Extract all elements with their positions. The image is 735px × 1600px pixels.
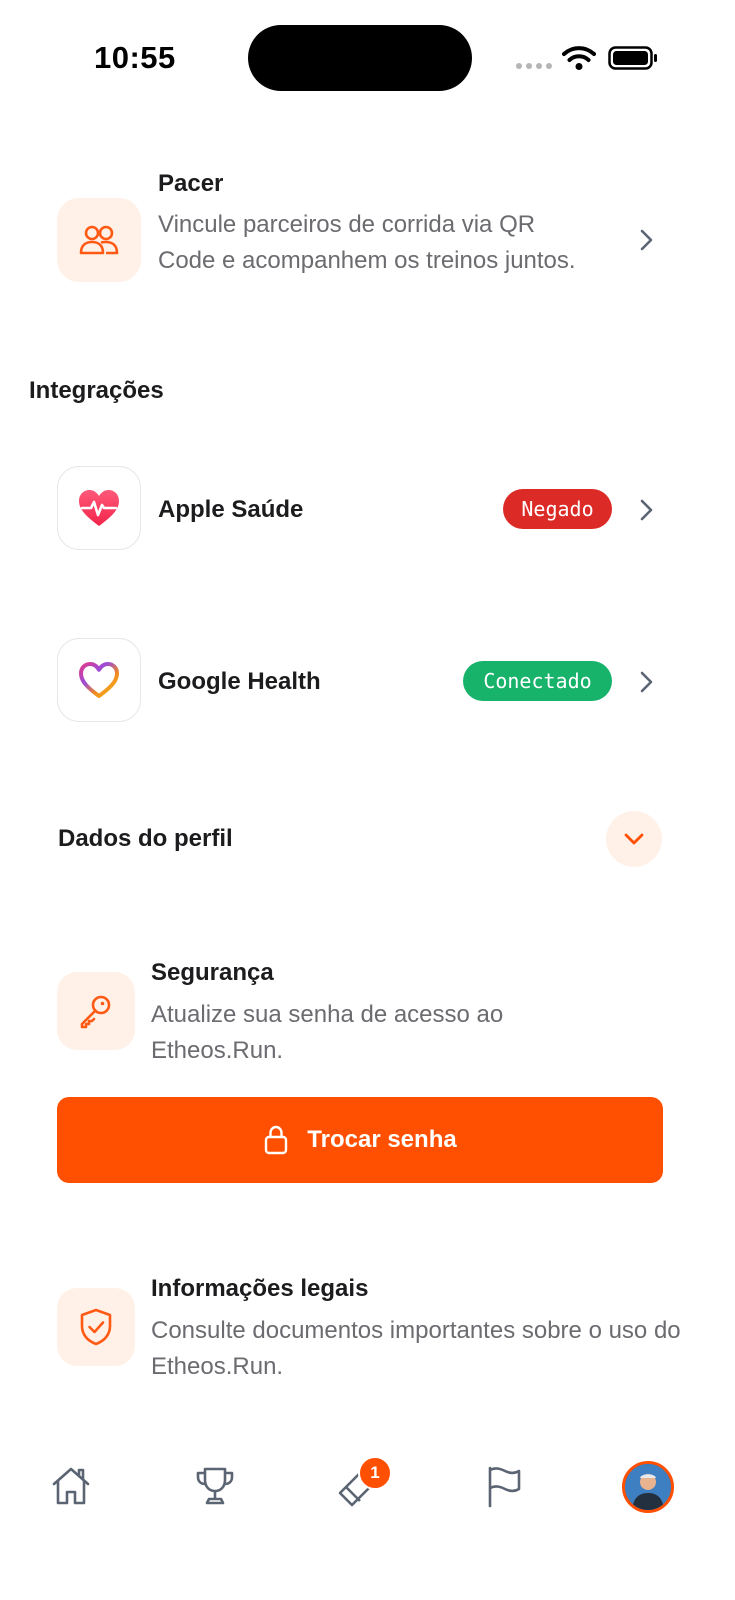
tab-flag[interactable]	[478, 1461, 528, 1511]
dynamic-island	[248, 25, 472, 91]
legal-info-row[interactable]: Informações legais Consulte documentos i…	[0, 1270, 735, 1390]
pacer-title: Pacer	[158, 170, 224, 197]
change-password-label: Trocar senha	[307, 1126, 457, 1153]
security-description: Atualize sua senha de acesso ao Etheos.R…	[151, 1001, 504, 1064]
notification-badge: 1	[358, 1456, 392, 1490]
security-title: Segurança	[151, 959, 274, 986]
tab-home[interactable]	[46, 1461, 96, 1511]
heart-pulse-icon	[79, 490, 119, 526]
security-icon-tile	[57, 972, 135, 1050]
trophy-icon	[196, 1467, 234, 1505]
shield-check-icon	[80, 1308, 112, 1346]
pacer-icon-tile	[57, 198, 141, 282]
chevron-down-icon	[624, 833, 644, 845]
tab-challenges[interactable]	[190, 1461, 240, 1511]
integration-google-health[interactable]: Google Health Conectado	[0, 632, 735, 732]
legal-description: Consulte documentos importantes sobre o …	[151, 1317, 681, 1380]
home-icon	[52, 1467, 90, 1505]
avatar	[625, 1464, 671, 1510]
cellular-signal-icon	[516, 63, 552, 69]
change-password-button[interactable]: Trocar senha	[57, 1097, 663, 1183]
collapse-toggle-button[interactable]	[606, 811, 662, 867]
tab-profile-avatar[interactable]	[622, 1461, 674, 1513]
lock-icon	[265, 1125, 288, 1155]
users-icon	[79, 225, 119, 255]
pacer-description: Vincule parceiros de corrida via QR Code…	[158, 211, 576, 274]
chevron-right-icon	[640, 229, 653, 251]
integration-label: Google Health	[158, 668, 321, 695]
integration-label: Apple Saúde	[158, 496, 304, 523]
apple-health-tile	[57, 466, 141, 550]
key-icon	[80, 995, 111, 1029]
integrations-heading: Integrações	[29, 377, 164, 404]
battery-icon	[608, 46, 657, 70]
profile-data-heading: Dados do perfil	[58, 825, 233, 852]
chevron-right-icon	[640, 499, 653, 521]
google-health-tile	[57, 638, 141, 722]
pacer-row[interactable]: Pacer Vincule parceiros de corrida via Q…	[0, 160, 735, 320]
legal-icon-tile	[57, 1288, 135, 1366]
chevron-right-icon	[640, 671, 653, 693]
legal-title: Informações legais	[151, 1275, 369, 1302]
integration-apple-health[interactable]: Apple Saúde Negado	[0, 460, 735, 560]
flag-icon	[488, 1466, 521, 1508]
status-time: 10:55	[94, 40, 176, 75]
status-badge-denied: Negado	[503, 489, 612, 529]
gradient-heart-icon	[79, 662, 119, 698]
status-badge-connected: Conectado	[463, 661, 612, 701]
wifi-icon	[562, 46, 596, 70]
